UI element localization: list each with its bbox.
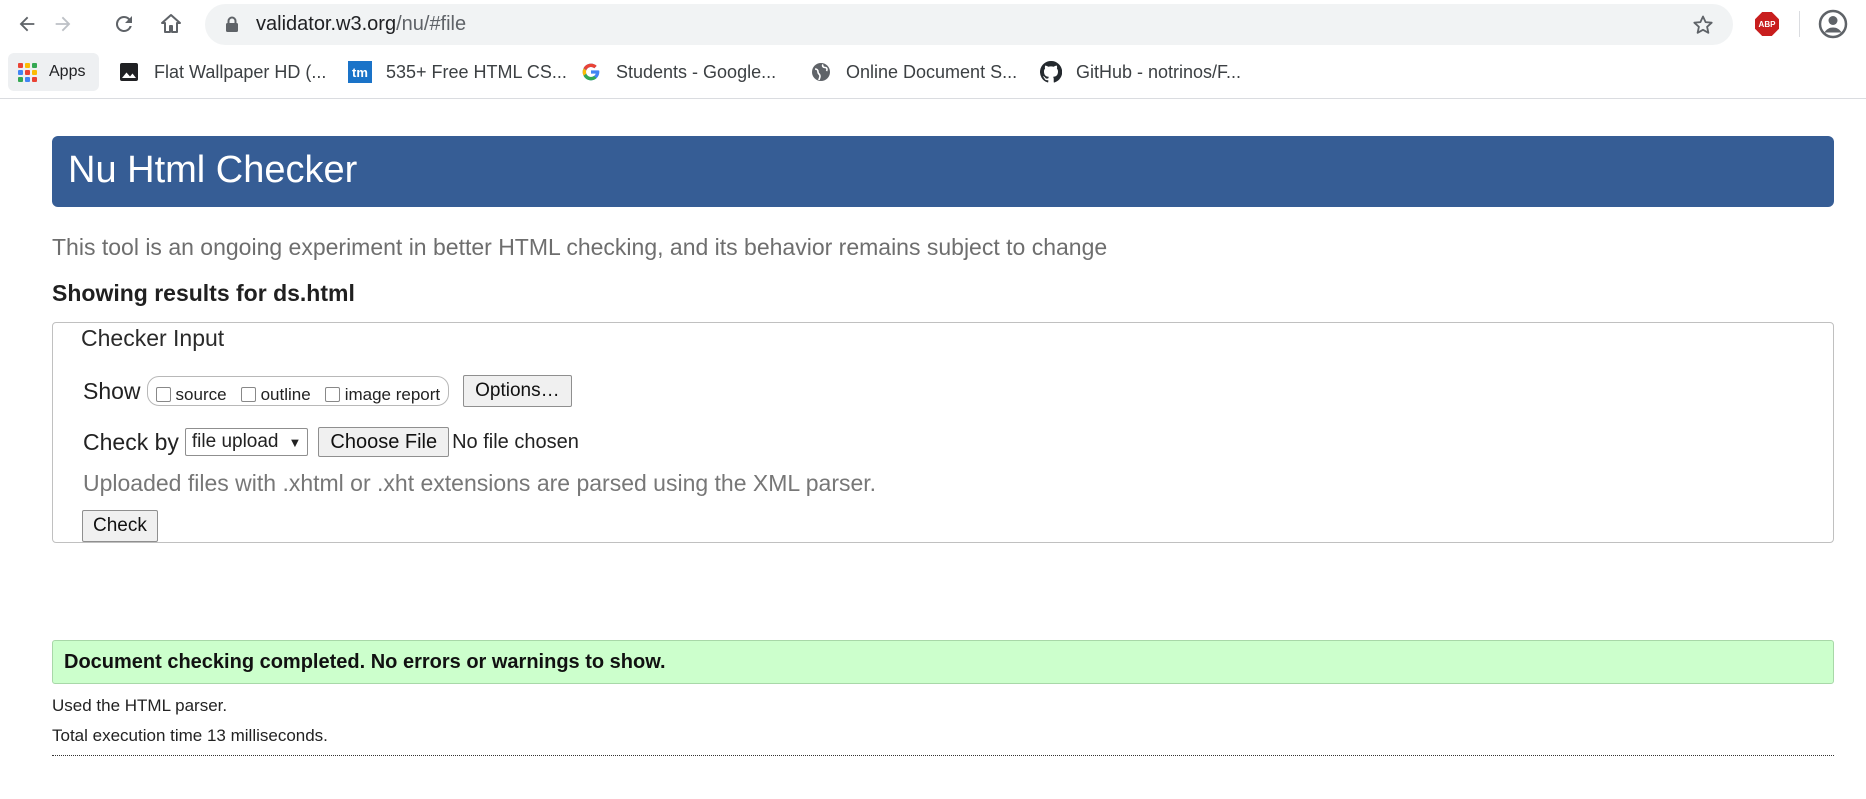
google-icon [580,61,602,83]
bookmark-label: Students - Google... [616,61,777,82]
xml-parser-note: Uploaded files with .xhtml or .xht exten… [83,470,877,496]
checkbox-label: source [175,385,227,404]
success-message: Document checking completed. No errors o… [52,640,1834,684]
execution-time: Total execution time 13 milliseconds. [52,726,328,745]
apps-grid-icon [18,62,37,82]
bookmark-online-document[interactable]: Online Document S... [810,46,1017,98]
bookmark-label: Apps [49,63,86,80]
options-button[interactable]: Options… [463,375,572,407]
checkbox-label: outline [260,385,311,404]
reload-icon [115,15,132,32]
bookmark-label: GitHub - notrinos/F... [1076,61,1242,82]
tm-icon: tm [348,61,372,83]
forward-button[interactable] [47,8,79,40]
page-header: Nu Html Checker [52,136,1834,207]
checkbox-label: image report [344,385,441,404]
abp-label: ABP [1758,19,1776,29]
browser-toolbar: validator.w3.org/nu/#file ABP [0,0,1866,46]
home-icon [161,14,181,33]
check-button[interactable]: Check [82,510,158,542]
url-host: validator.w3.org [256,13,397,35]
bookmark-label: Flat Wallpaper HD (... [154,61,327,82]
results-heading: Showing results for ds.html [52,280,355,306]
url-text: validator.w3.org/nu/#file [256,4,466,45]
back-button[interactable] [11,8,43,40]
file-status-text: No file chosen [452,430,579,453]
checkbox-box[interactable] [155,387,171,402]
show-image-report-checkbox[interactable]: image report [324,385,441,405]
checker-input-legend: Checker Input [79,325,227,352]
url-path: /nu/#file [396,13,467,35]
profile-avatar-icon[interactable] [1818,9,1848,44]
back-arrow-icon [19,16,35,32]
check-by-select[interactable]: file upload ▼ [184,428,309,456]
bookmark-label: 535+ Free HTML CS... [386,61,567,82]
bookmark-students-google[interactable]: Students - Google... [580,46,776,98]
dropdown-arrow-icon: ▼ [288,434,302,450]
bookmark-apps[interactable]: Apps [8,53,99,91]
lock-icon [225,16,239,38]
forward-arrow-icon [55,16,71,32]
show-row: Show source outline image report Options… [83,375,572,407]
globe-icon [810,61,832,83]
address-bar[interactable]: validator.w3.org/nu/#file [205,4,1733,45]
checkbox-box[interactable] [240,387,256,402]
bookmarks-bar: Apps Flat Wallpaper HD (... tm 535+ Free… [0,46,1866,99]
dotted-divider [52,755,1834,756]
bookmark-github[interactable]: GitHub - notrinos/F... [1040,46,1241,98]
check-by-selected-value: file upload [191,431,279,452]
github-icon [1040,61,1062,83]
show-label: Show [83,377,141,404]
tagline: This tool is an ongoing experiment in be… [52,234,1108,260]
show-source-checkbox[interactable]: source [155,385,227,405]
show-options-group: source outline image report [146,376,450,406]
page-title[interactable]: Nu Html Checker [68,149,357,192]
show-outline-checkbox[interactable]: outline [240,385,311,405]
bookmark-star-icon[interactable] [1691,13,1715,42]
image-icon [118,61,140,83]
reload-button[interactable] [108,8,140,40]
adblock-extension-icon[interactable]: ABP [1755,12,1779,36]
bookmark-flat-wallpaper[interactable]: Flat Wallpaper HD (... [118,46,326,98]
bookmark-free-html-css[interactable]: tm 535+ Free HTML CS... [348,46,567,98]
home-button[interactable] [155,8,187,40]
choose-file-button[interactable]: Choose File [318,427,450,457]
toolbar-divider [1799,11,1800,37]
check-by-label: Check by [83,428,179,455]
checkbox-box[interactable] [324,387,340,402]
bookmark-label: Online Document S... [846,61,1018,82]
parser-info: Used the HTML parser. [52,696,228,715]
check-by-row: Check by file upload ▼ Choose File No fi… [83,427,579,457]
